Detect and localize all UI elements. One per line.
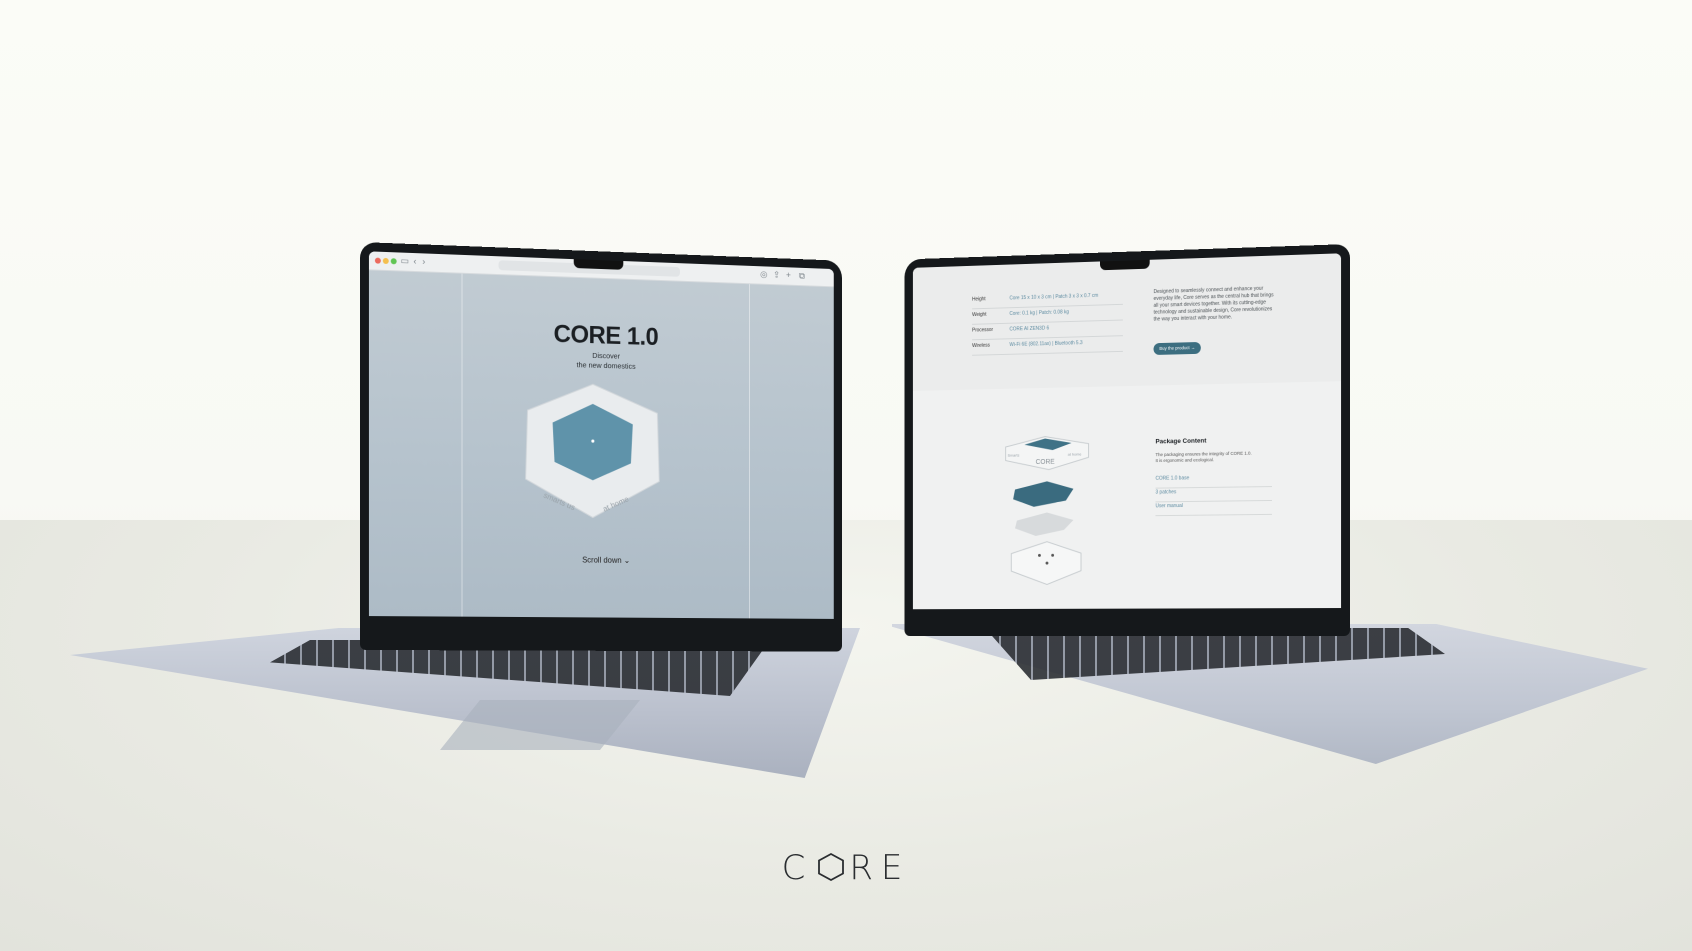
shield-icon[interactable]: ◎ xyxy=(760,269,767,280)
buy-product-button[interactable]: Buy the product → xyxy=(1154,342,1202,355)
package-exploded-illustration: CORE Smarts at home xyxy=(998,428,1102,595)
box-side-left: Smarts xyxy=(1008,453,1020,458)
back-icon[interactable]: ‹ xyxy=(413,256,416,266)
core-brand-logo: C RE xyxy=(0,848,1692,888)
spec-value: Core: 0.1 kg | Patch: 0.08 kg xyxy=(1009,309,1069,317)
core-device-layer xyxy=(1013,481,1073,507)
package-item[interactable]: User manual xyxy=(1155,502,1272,516)
chevron-down-icon: ⌄ xyxy=(624,556,630,565)
spec-label: Weight xyxy=(972,312,986,318)
right-laptop-lid: Height Core 15 x 10 x 3 cm | Patch 3 x 3… xyxy=(905,244,1350,636)
box-label: CORE xyxy=(1036,459,1055,466)
left-laptop-lid: ▭ ‹ › ◎ ⇪ + ⧉ CORE 1.0 Discover the new … xyxy=(360,242,842,652)
spec-value: CORE AI ZEN3D 6 xyxy=(1009,326,1049,333)
package-content-description: The packaging ensures the integrity of C… xyxy=(1155,451,1252,464)
browser-toolbar: ▭ ‹ › ◎ ⇪ + ⧉ xyxy=(369,251,834,287)
tabs-icon[interactable]: ⧉ xyxy=(799,271,805,282)
box-side-right: at home xyxy=(1068,451,1082,456)
logo-letters-re: RE xyxy=(849,848,910,888)
forward-icon[interactable]: › xyxy=(422,256,425,266)
new-tab-icon[interactable]: + xyxy=(786,270,791,280)
close-window-button[interactable] xyxy=(375,258,381,264)
camera-notch xyxy=(1100,260,1150,270)
package-content-title: Package Content xyxy=(1155,438,1206,446)
spec-label: Height xyxy=(972,296,985,302)
spec-row: Wireless Wi-Fi 6E (802.11ax) | Bluetooth… xyxy=(972,337,1123,356)
spec-label: Processor xyxy=(972,327,993,333)
share-icon[interactable]: ⇪ xyxy=(773,270,780,281)
minimize-window-button[interactable] xyxy=(383,258,389,264)
core-device-illustration: smarts us at home xyxy=(516,380,669,520)
camera-notch xyxy=(574,259,624,270)
patch-layer xyxy=(1015,512,1073,536)
sidebar-icon[interactable]: ▭ xyxy=(401,256,409,267)
package-item[interactable]: CORE 1.0 base xyxy=(1155,474,1272,488)
product-description: Designed to seamlessly connect and enhan… xyxy=(1154,285,1274,323)
left-laptop-screen: ▭ ‹ › ◎ ⇪ + ⧉ CORE 1.0 Discover the new … xyxy=(369,251,834,619)
hexagon-o-icon xyxy=(817,852,845,882)
spec-value: Core 15 x 10 x 3 cm | Patch 3 x 3 x 0.7 … xyxy=(1009,293,1098,302)
spec-label: Wireless xyxy=(972,343,990,349)
scroll-down-label: Scroll down xyxy=(582,556,621,565)
maximize-window-button[interactable] xyxy=(391,258,397,264)
scroll-down-link[interactable]: Scroll down ⌄ xyxy=(369,553,834,567)
logo-letter-c: C xyxy=(782,848,814,888)
right-laptop-screen: Height Core 15 x 10 x 3 cm | Patch 3 x 3… xyxy=(913,253,1341,609)
package-item[interactable]: 3 patches xyxy=(1155,488,1272,502)
specs-section: Height Core 15 x 10 x 3 cm | Patch 3 x 3… xyxy=(913,253,1341,391)
spec-value: Wi-Fi 6E (802.11ax) | Bluetooth 5.3 xyxy=(1009,340,1082,348)
